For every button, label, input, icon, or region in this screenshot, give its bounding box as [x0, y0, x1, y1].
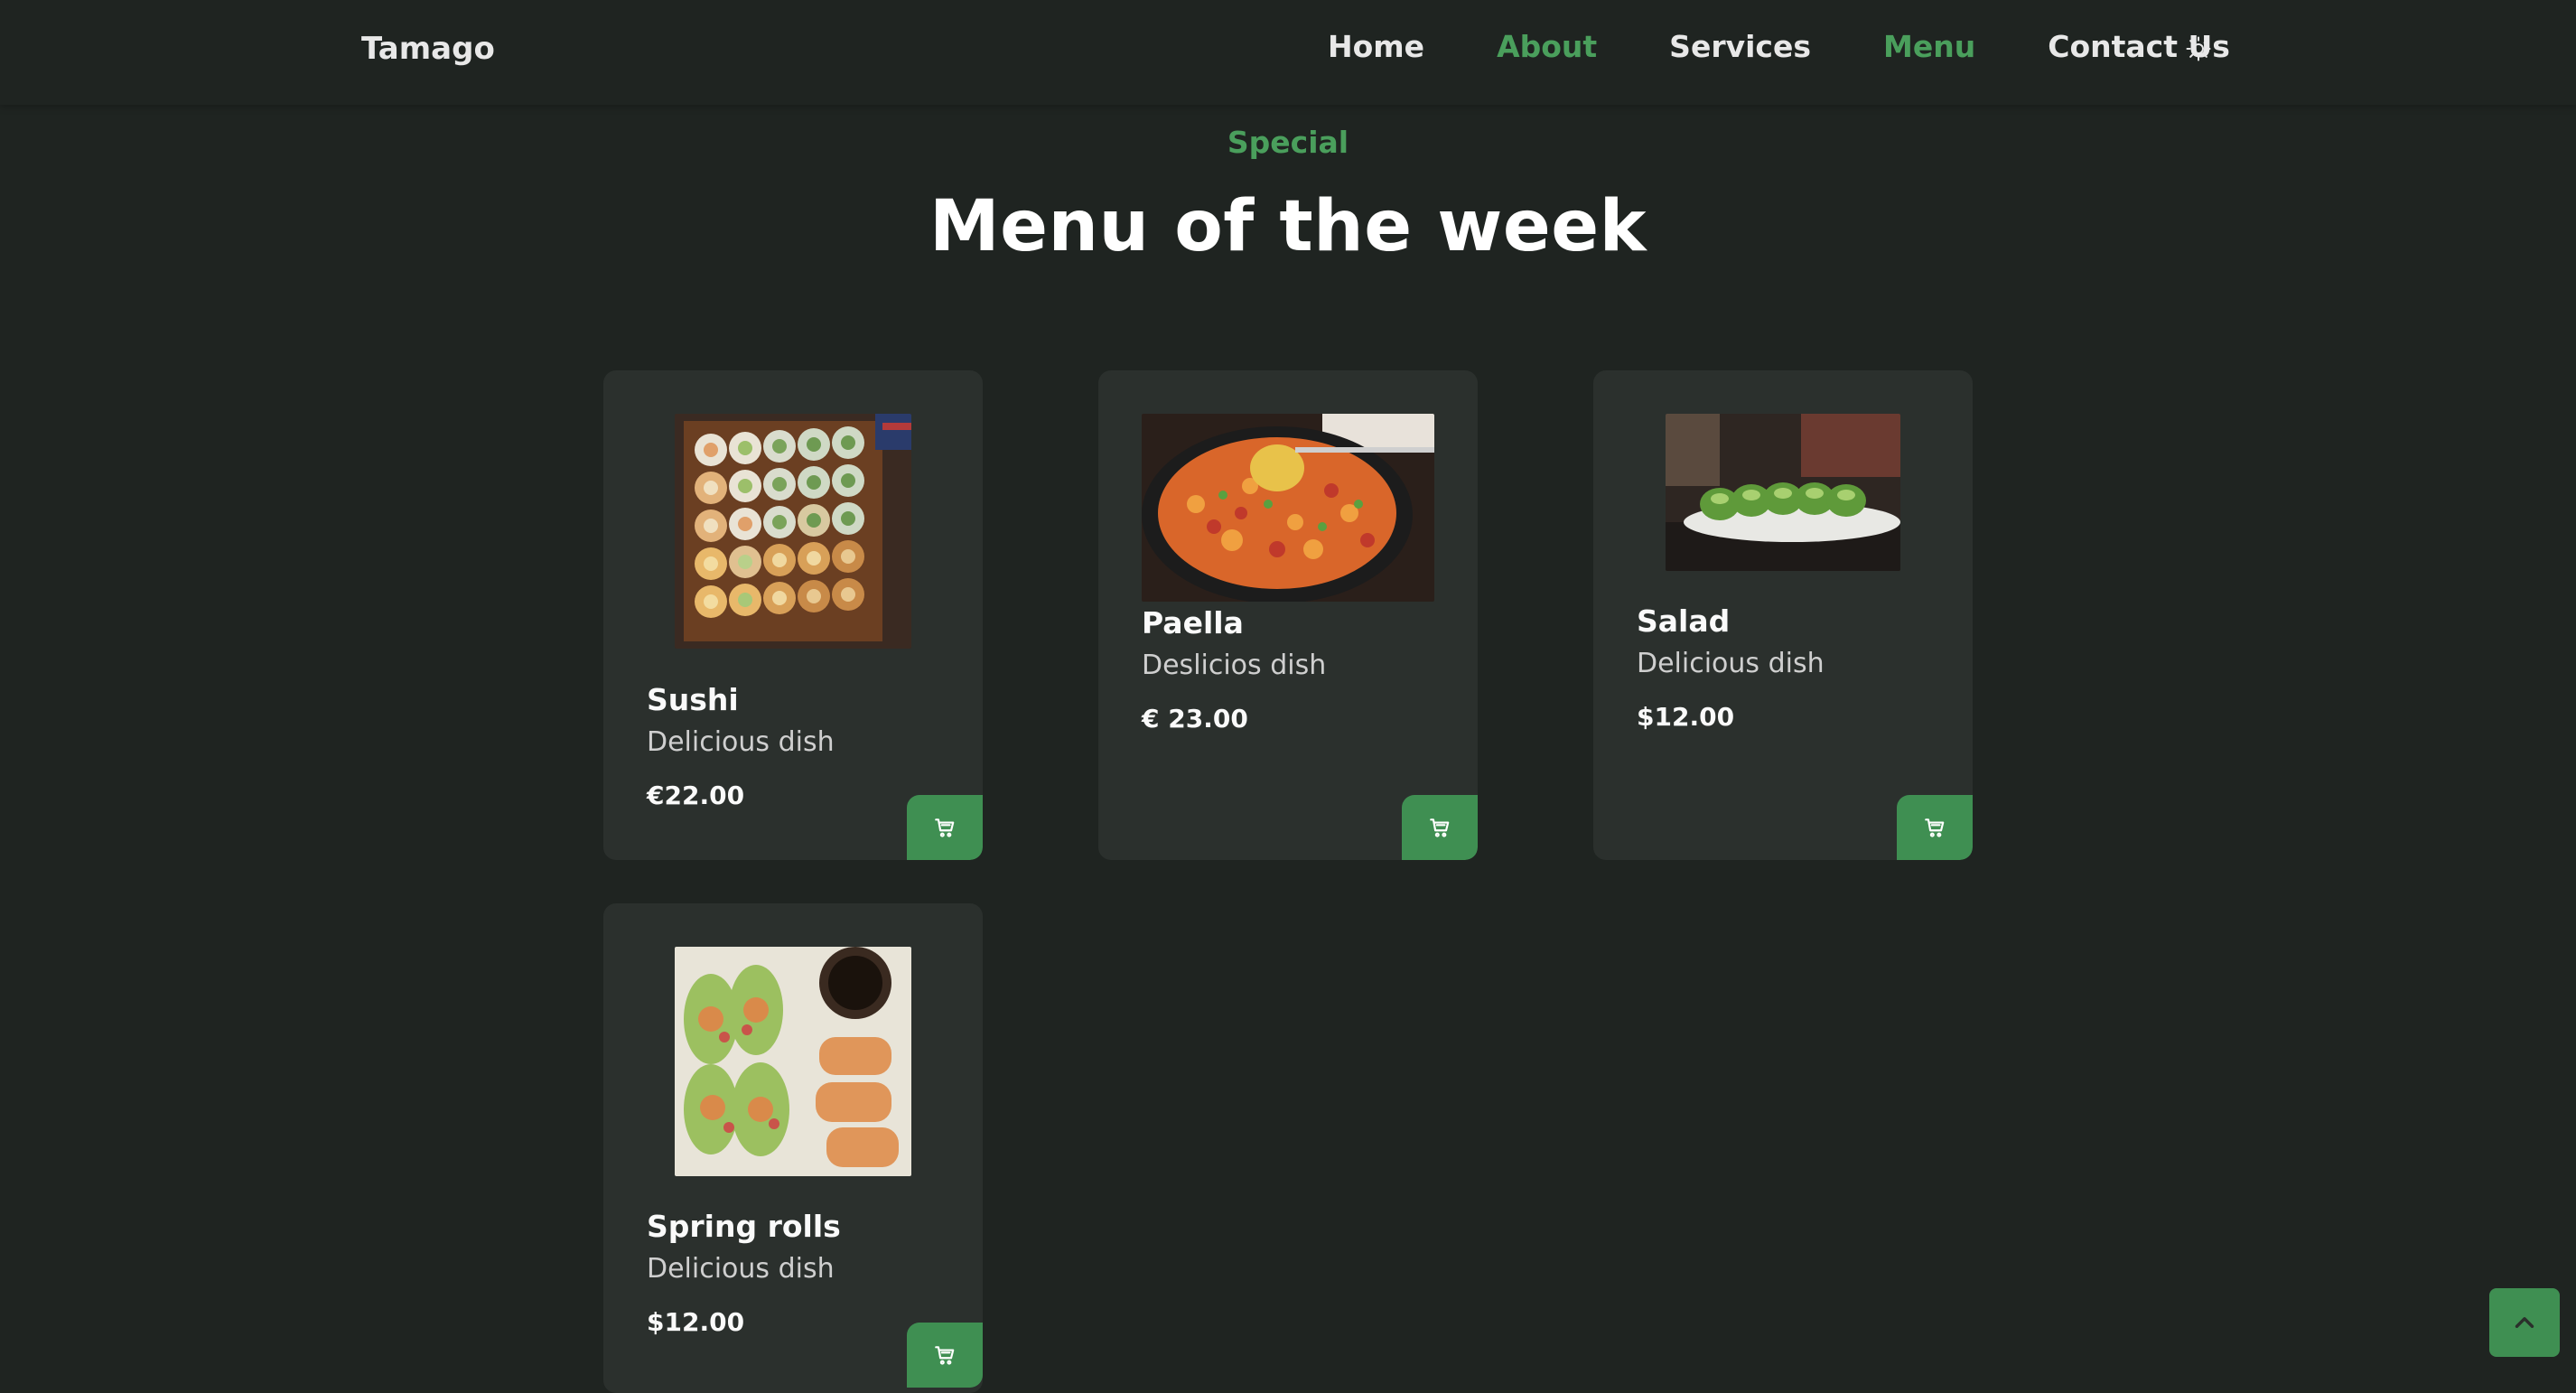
menu-item-description: Deslicios dish [1142, 650, 1327, 681]
cart-icon [1430, 818, 1450, 837]
chevron-up-icon [2515, 1317, 2534, 1328]
site-header: Tamago Home About Services Menu Contact … [0, 0, 2576, 105]
nav-home[interactable]: Home [1328, 29, 1424, 64]
menu-card-salad: Salad Delicious dish $12.00 [1593, 370, 1973, 860]
nav-about[interactable]: About [1497, 29, 1597, 64]
sun-icon [2186, 36, 2211, 61]
menu-item-price: €22.00 [647, 781, 745, 810]
menu-item-name: Spring rolls [647, 1209, 841, 1244]
add-to-cart-button[interactable] [907, 795, 983, 860]
menu-item-description: Delicious dish [1637, 648, 1825, 679]
add-to-cart-button[interactable] [907, 1323, 983, 1388]
cart-icon [1925, 818, 1945, 837]
main-nav: Home About Services Menu Contact Us [1328, 29, 2230, 64]
menu-item-description: Delicious dish [647, 1253, 835, 1285]
add-to-cart-button[interactable] [1897, 795, 1973, 860]
menu-card-sushi: Sushi Delicious dish €22.00 [603, 370, 983, 860]
nav-menu[interactable]: Menu [1883, 29, 1975, 64]
menu-item-name: Sushi [647, 682, 739, 717]
section-title: Menu of the week [929, 186, 1647, 267]
menu-item-name: Salad [1637, 603, 1731, 639]
spring-rolls-image [675, 947, 911, 1176]
paella-image [1142, 414, 1434, 602]
sushi-image [675, 414, 911, 649]
menu-item-price: $12.00 [1637, 702, 1735, 732]
menu-item-name: Paella [1142, 605, 1244, 640]
scroll-to-top-button[interactable] [2489, 1288, 2560, 1357]
menu-card-spring-rolls: Spring rolls Delicious dish $12.00 [603, 903, 983, 1393]
cart-icon [935, 1346, 955, 1365]
menu-item-price: € 23.00 [1142, 704, 1248, 734]
theme-toggle-button[interactable] [2184, 34, 2213, 63]
menu-item-description: Delicious dish [647, 726, 835, 758]
add-to-cart-button[interactable] [1402, 795, 1478, 860]
salad-image [1666, 414, 1900, 571]
nav-services[interactable]: Services [1669, 29, 1811, 64]
site-logo[interactable]: Tamago [361, 31, 495, 67]
cart-icon [935, 818, 955, 837]
menu-card-paella: Paella Deslicios dish € 23.00 [1098, 370, 1478, 860]
menu-item-price: $12.00 [647, 1307, 745, 1337]
section-subtitle: Special [1227, 125, 1349, 160]
